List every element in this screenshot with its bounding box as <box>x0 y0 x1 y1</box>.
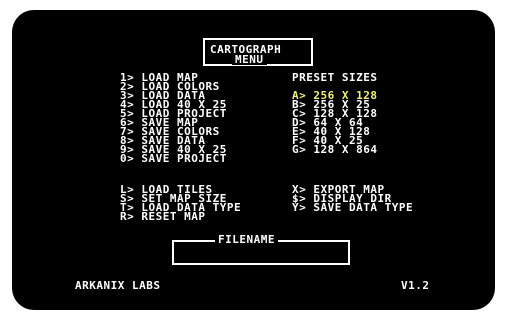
filename-label: FILENAME <box>215 234 278 245</box>
menu-item-save-project[interactable]: 0> SAVE PROJECT <box>120 153 227 164</box>
c64-screen: CARTOGRAPH MENU 1> LOAD MAP 2> LOAD COLO… <box>0 0 507 319</box>
version-label: V1.2 <box>401 279 430 292</box>
command-reset-map[interactable]: R> RESET MAP <box>120 211 205 222</box>
publisher-label: ARKANIX LABS <box>75 279 161 292</box>
preset-sizes-heading: PRESET SIZES <box>292 71 378 84</box>
command-save-data-type[interactable]: Y> SAVE DATA TYPE <box>292 202 413 213</box>
preset-item[interactable]: G> 128 X 864 <box>292 144 377 155</box>
menu-subtitle: MENU <box>232 54 267 65</box>
